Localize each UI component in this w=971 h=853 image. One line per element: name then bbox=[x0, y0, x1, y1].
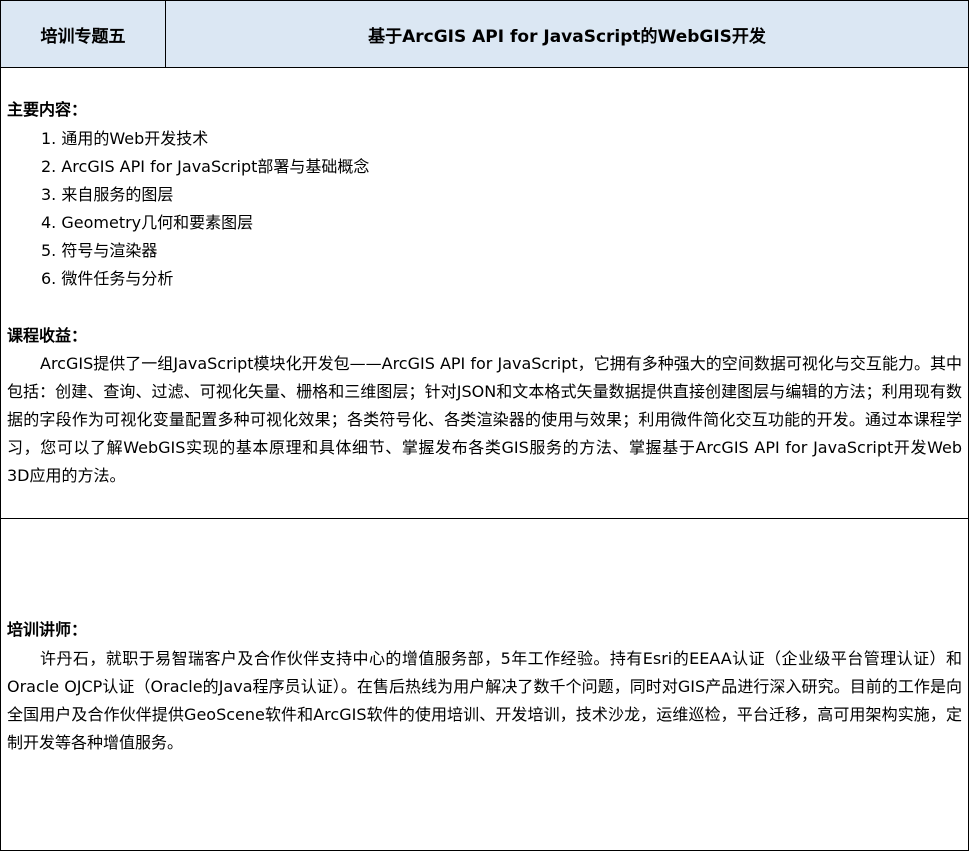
instructor-label: 培训讲师： bbox=[7, 620, 88, 639]
list-item: 2. ArcGIS API for JavaScript部署与基础概念 bbox=[41, 157, 370, 176]
benefits-label: 课程收益： bbox=[7, 326, 88, 345]
course-details-section: 主要内容： 1. 通用的Web开发技术 2. ArcGIS API for Ja… bbox=[1, 68, 968, 519]
instructor-section: 培训讲师： 许丹石，就职于易智瑞客户及合作伙伴支持中心的增值服务部，5年工作经验… bbox=[1, 519, 968, 852]
list-item: 6. 微件任务与分析 bbox=[41, 269, 174, 288]
list-item: 1. 通用的Web开发技术 bbox=[41, 129, 209, 148]
header-row: 培训专题五 基于ArcGIS API for JavaScript的WebGIS… bbox=[1, 1, 968, 68]
instructor-paragraph: 许丹石，就职于易智瑞客户及合作伙伴支持中心的增值服务部，5年工作经验。持有Esr… bbox=[7, 649, 962, 752]
main-content-label: 主要内容： bbox=[7, 100, 88, 119]
list-item: 4. Geometry几何和要素图层 bbox=[41, 213, 254, 232]
list-item: 3. 来自服务的图层 bbox=[41, 185, 174, 204]
topic-title: 基于ArcGIS API for JavaScript的WebGIS开发 bbox=[368, 26, 766, 47]
course-document: 培训专题五 基于ArcGIS API for JavaScript的WebGIS… bbox=[0, 0, 969, 851]
benefits-paragraph: ArcGIS提供了一组JavaScript模块化开发包——ArcGIS API … bbox=[7, 354, 962, 485]
list-item: 5. 符号与渲染器 bbox=[41, 241, 158, 260]
main-content-list: 1. 通用的Web开发技术 2. ArcGIS API for JavaScri… bbox=[41, 125, 369, 293]
topic-number: 培训专题五 bbox=[1, 1, 166, 67]
